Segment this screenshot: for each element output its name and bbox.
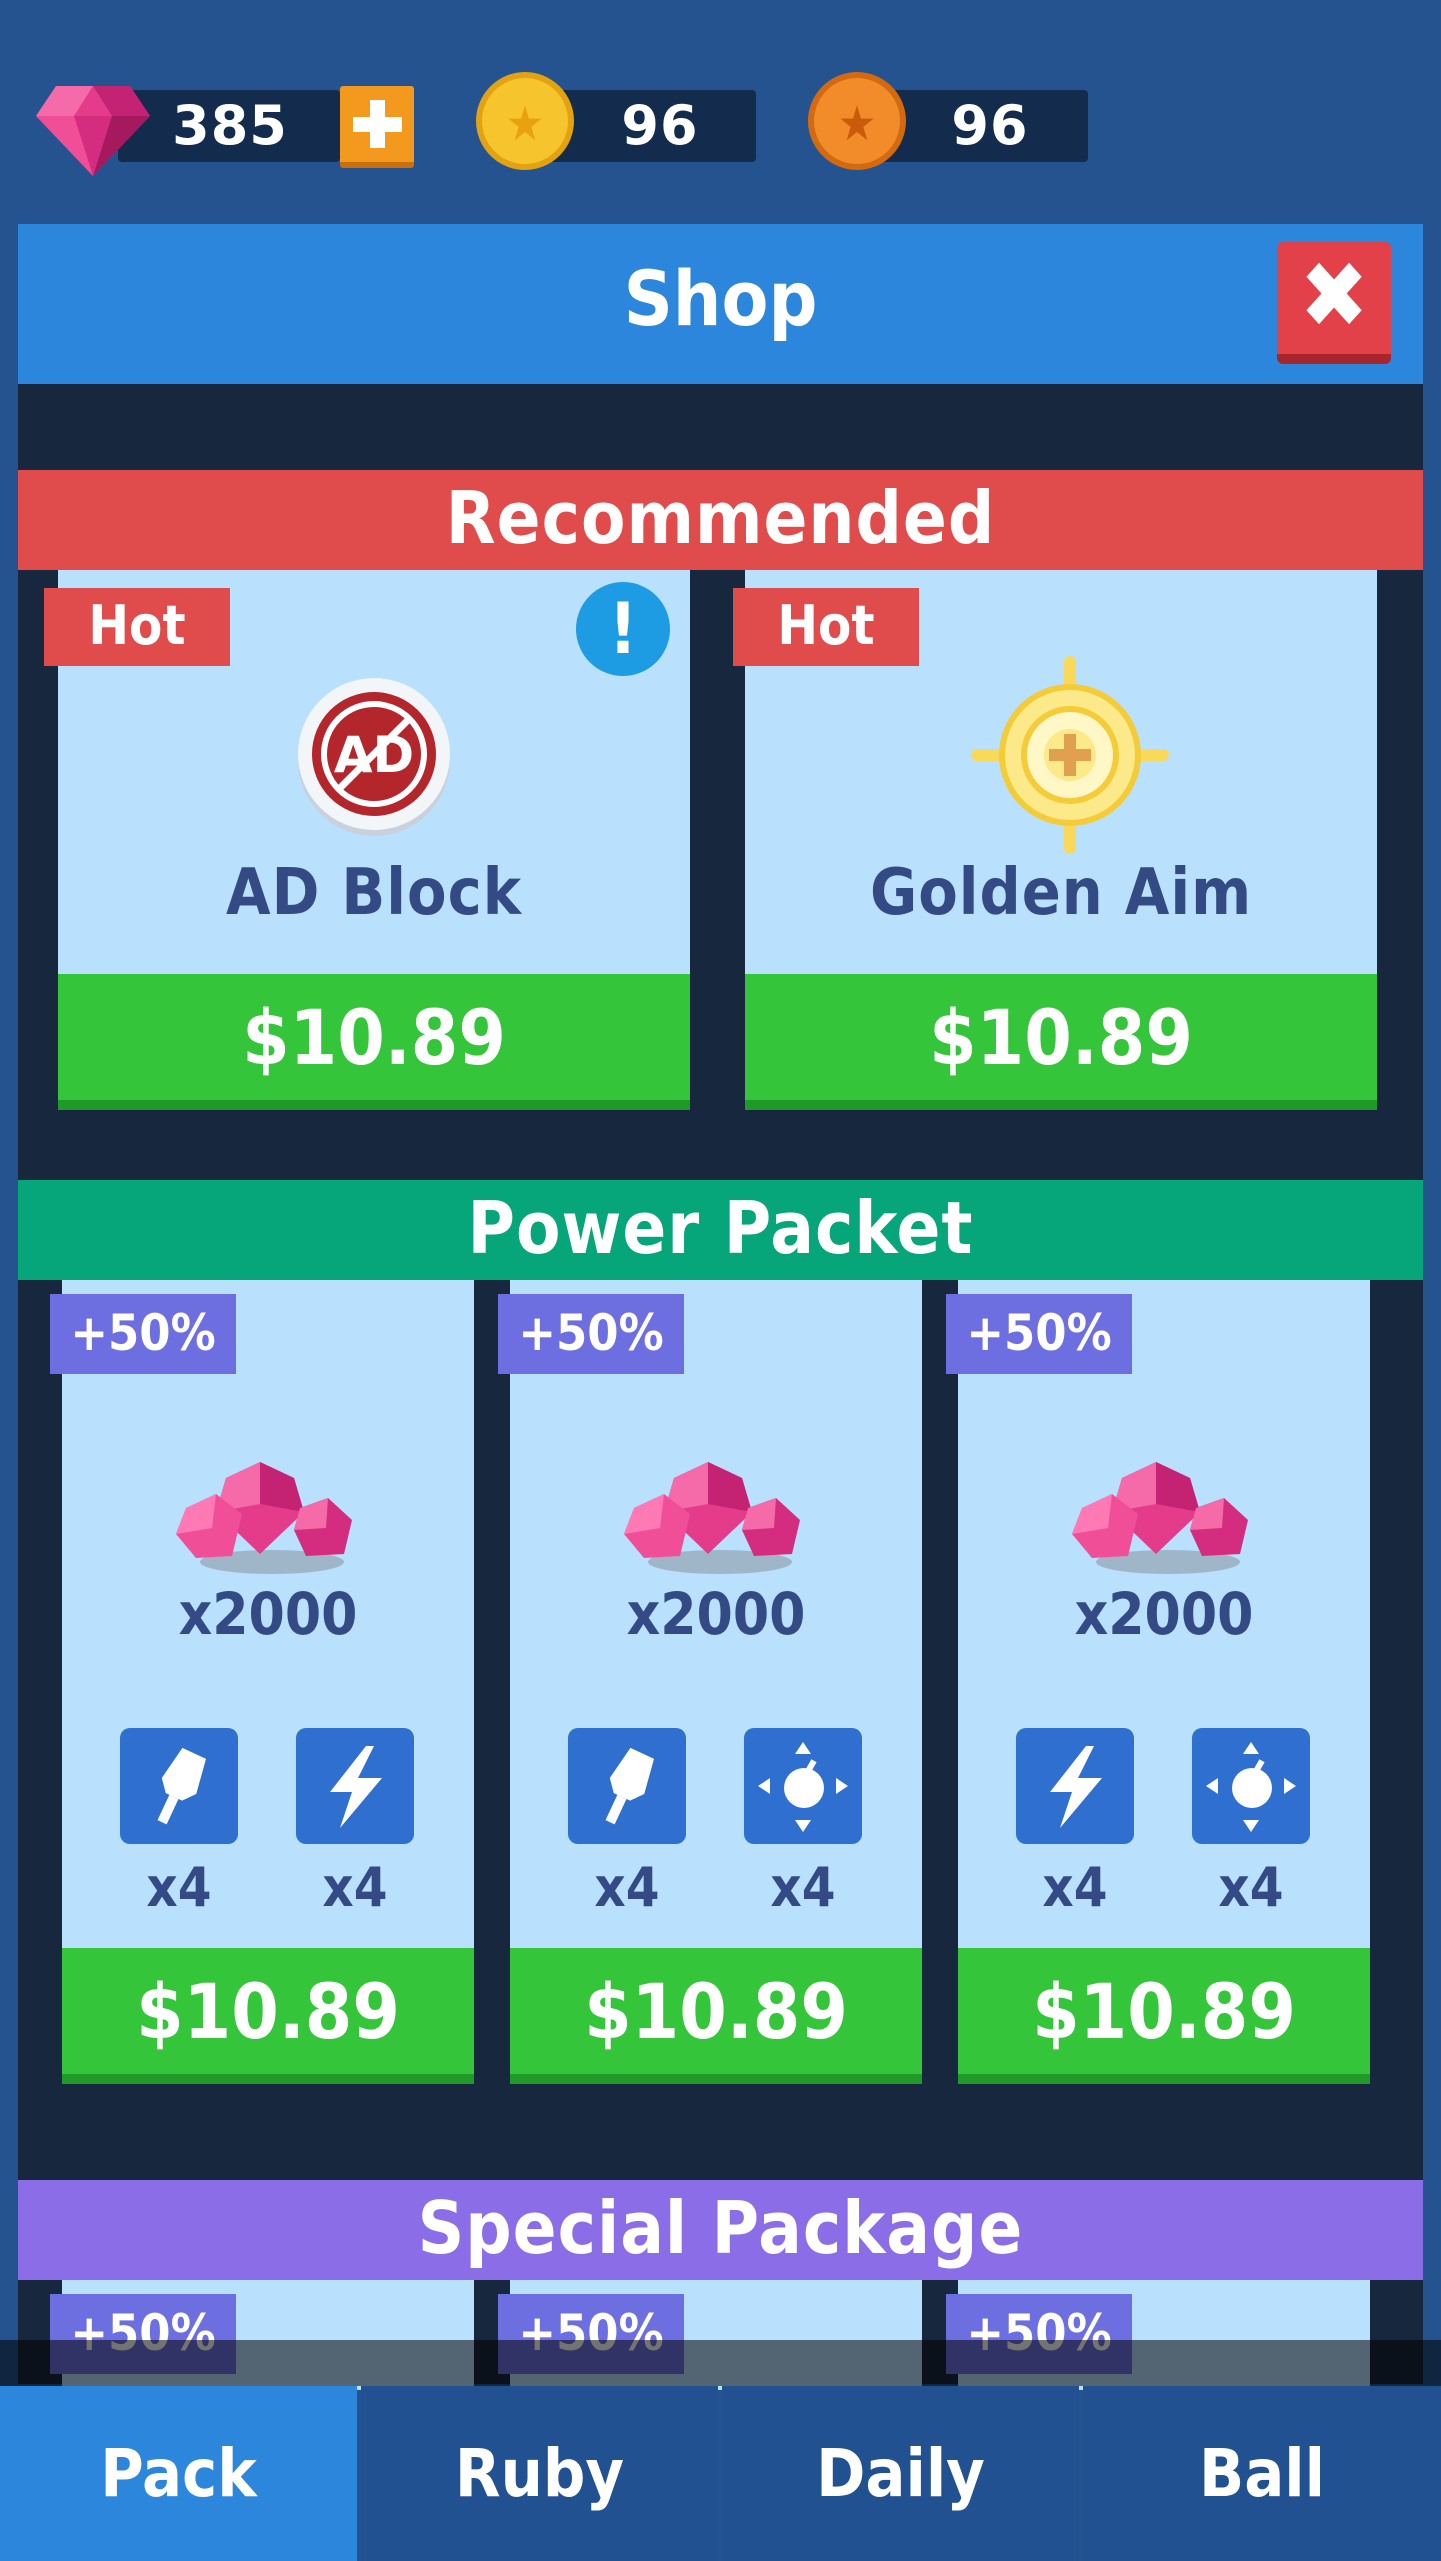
ruby-pile-icon (1072, 1462, 1248, 1574)
bonus-tag: +50% (50, 1294, 236, 1374)
shop-header: Shop ✖ (18, 224, 1423, 384)
tab-ball[interactable]: Ball (1083, 2386, 1441, 2561)
gem-quantity: x2000 (178, 1580, 358, 1648)
power-packet-card[interactable]: +50% x2000 x4 x4 $10.89 (498, 1280, 922, 2084)
ad-block-card[interactable]: Hot ! AD AD Block $10.89 (44, 570, 690, 1110)
add-gems-button[interactable] (340, 86, 414, 168)
hot-tag: Hot (733, 588, 919, 666)
item-name: AD Block (226, 856, 522, 930)
bomb-spread-icon (744, 1728, 862, 1844)
price-button[interactable]: $10.89 (58, 974, 690, 1110)
bronze-star-coin-icon: ★ (808, 72, 906, 170)
gem-count: 385 (172, 94, 288, 157)
ad-block-icon: AD (298, 678, 450, 836)
bonus-tag: +50% (498, 1294, 684, 1374)
power-packet-card[interactable]: +50% x2000 x4 x4 $10.89 (50, 1280, 474, 2084)
ruby-pile-icon (624, 1462, 800, 1574)
perk-count: x4 (770, 1856, 836, 1919)
page-title: Shop (623, 254, 818, 343)
bronze-coin-count: 96 (951, 94, 1029, 157)
tab-ruby[interactable]: Ruby (361, 2386, 718, 2561)
golden-aim-card[interactable]: Hot Golden Aim $10.89 (733, 570, 1377, 1110)
rocket-icon (120, 1728, 238, 1844)
price-button[interactable]: $10.89 (958, 1948, 1370, 2084)
perk-count: x4 (322, 1856, 388, 1919)
gem-quantity: x2000 (1074, 1580, 1254, 1648)
perk-count: x4 (146, 1856, 212, 1919)
special-package-banner: Special Package (18, 2180, 1423, 2280)
price-button[interactable]: $10.89 (62, 1948, 474, 2084)
price-button[interactable]: $10.89 (510, 1948, 922, 2084)
lightning-icon (296, 1728, 414, 1844)
price-button[interactable]: $10.89 (745, 974, 1377, 1110)
power-packet-banner: Power Packet (18, 1180, 1423, 1280)
nav-shadow (0, 2340, 1441, 2386)
power-packet-card[interactable]: +50% x2000 x4 x4 $10.89 (946, 1280, 1370, 2084)
gem-quantity: x2000 (626, 1580, 806, 1648)
bonus-tag: +50% (946, 1294, 1132, 1374)
tab-daily[interactable]: Daily (722, 2386, 1079, 2561)
lightning-icon (1016, 1728, 1134, 1844)
gold-coin-count: 96 (621, 94, 699, 157)
ruby-pile-icon (176, 1462, 352, 1574)
item-name: Golden Aim (869, 856, 1253, 930)
gold-star-coin-icon: ★ (476, 72, 574, 170)
tab-pack[interactable]: Pack (0, 2386, 357, 2561)
svg-text:AD: AD (334, 726, 414, 784)
perk-count: x4 (594, 1856, 660, 1919)
close-button[interactable]: ✖ (1277, 242, 1391, 364)
perk-count: x4 (1218, 1856, 1284, 1919)
golden-crosshair-icon (971, 656, 1169, 854)
hot-tag: Hot (44, 588, 230, 666)
alert-icon: ! (576, 582, 670, 676)
frame-left (0, 224, 18, 2386)
frame-right (1423, 224, 1441, 2386)
ruby-gem-icon (36, 86, 150, 176)
recommended-banner: Recommended (18, 470, 1423, 570)
perk-count: x4 (1042, 1856, 1108, 1919)
bomb-spread-icon (1192, 1728, 1310, 1844)
close-icon: ✖ (1299, 242, 1369, 349)
rocket-icon (568, 1728, 686, 1844)
